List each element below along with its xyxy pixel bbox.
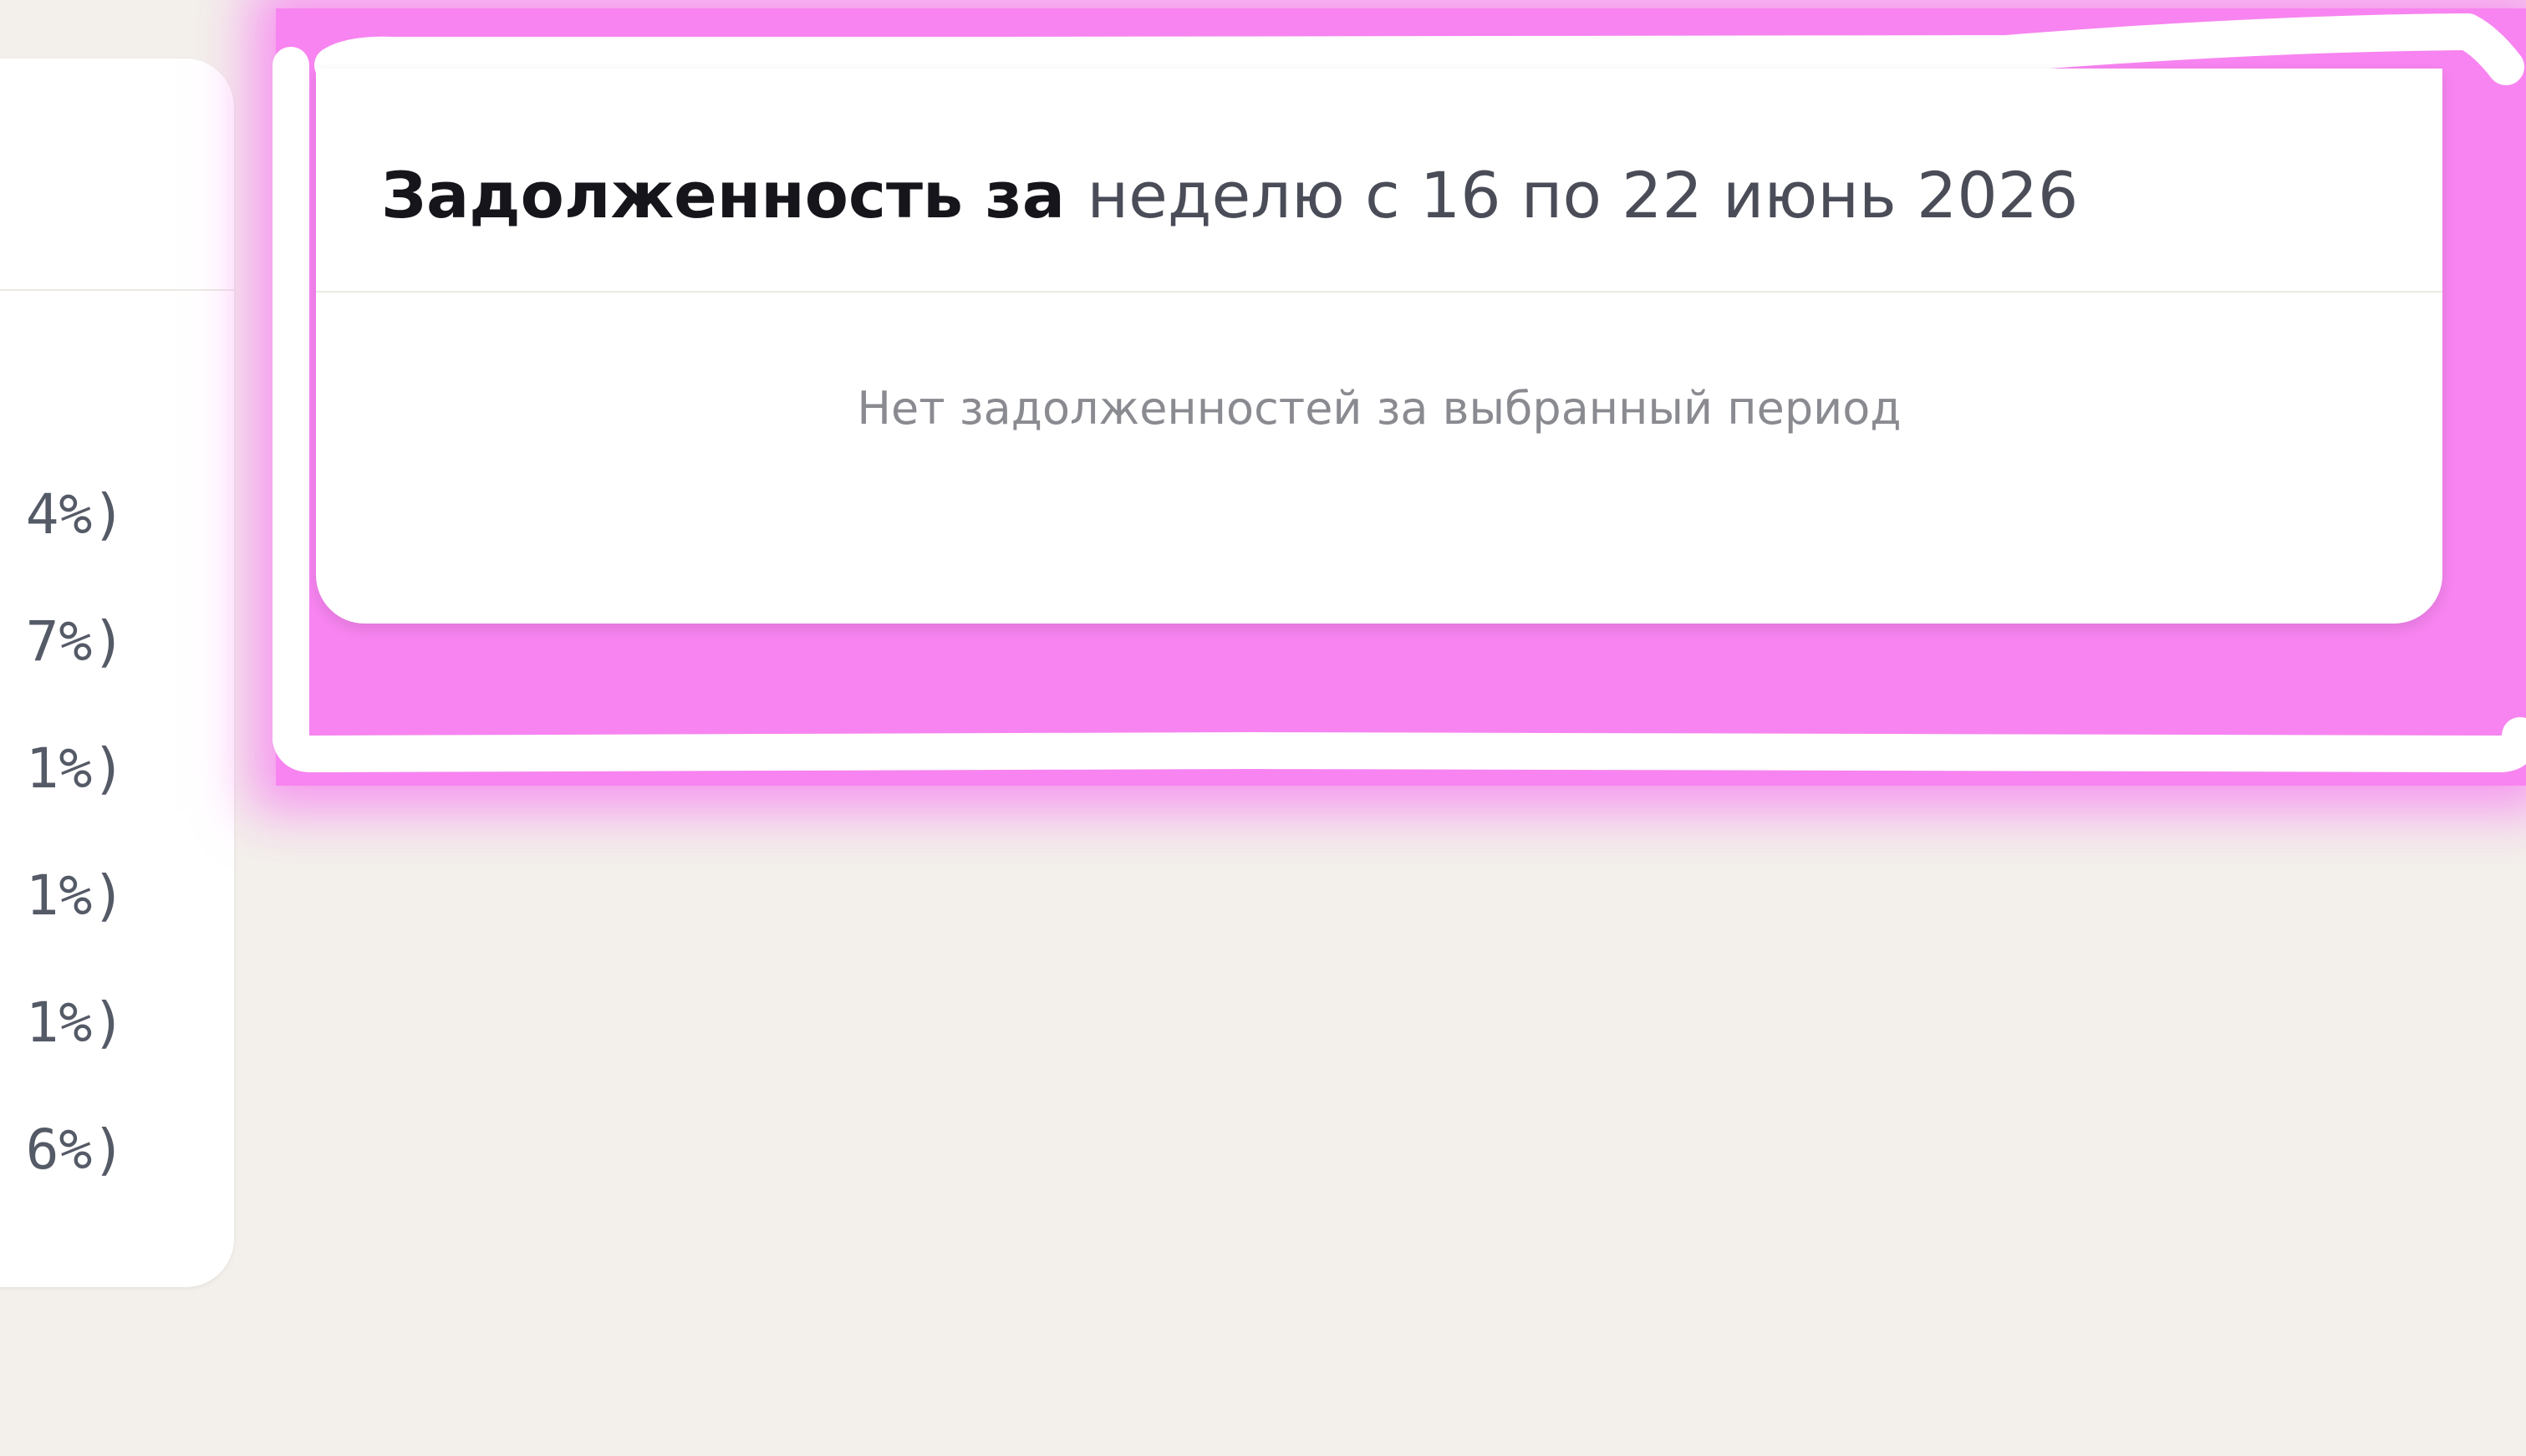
list-item-percentage: 7%)	[25, 609, 125, 674]
list-item-percentage: 1%)	[25, 736, 125, 801]
percentage-list: 4%) 7%) 1%) 1%) 1%) 6%)	[26, 451, 125, 1214]
list-item-percentage: 1%)	[25, 863, 125, 928]
card-header: Задолженность за неделю с 16 по 22 июнь …	[316, 69, 2442, 293]
card-title-period: неделю с 16 по 22 июнь 2026	[1087, 158, 2079, 232]
card-title: Задолженность за неделю с 16 по 22 июнь …	[381, 155, 2078, 236]
list-item-percentage: 1%)	[25, 990, 125, 1055]
list-item-percentage: 6%)	[25, 1117, 125, 1182]
empty-state-message: Нет задолженностей за выбранный период	[857, 382, 1902, 435]
list-item-percentage: 4%)	[25, 482, 125, 547]
left-summary-card: 4%) 7%) 1%) 1%) 1%) 6%)	[0, 59, 234, 1287]
card-title-strong: Задолженность за	[381, 158, 1066, 232]
page: 4%) 7%) 1%) 1%) 1%) 6%) Задолженность за…	[0, 0, 2526, 1456]
debt-card: Задолженность за неделю с 16 по 22 июнь …	[316, 69, 2442, 624]
card-divider	[0, 289, 234, 291]
